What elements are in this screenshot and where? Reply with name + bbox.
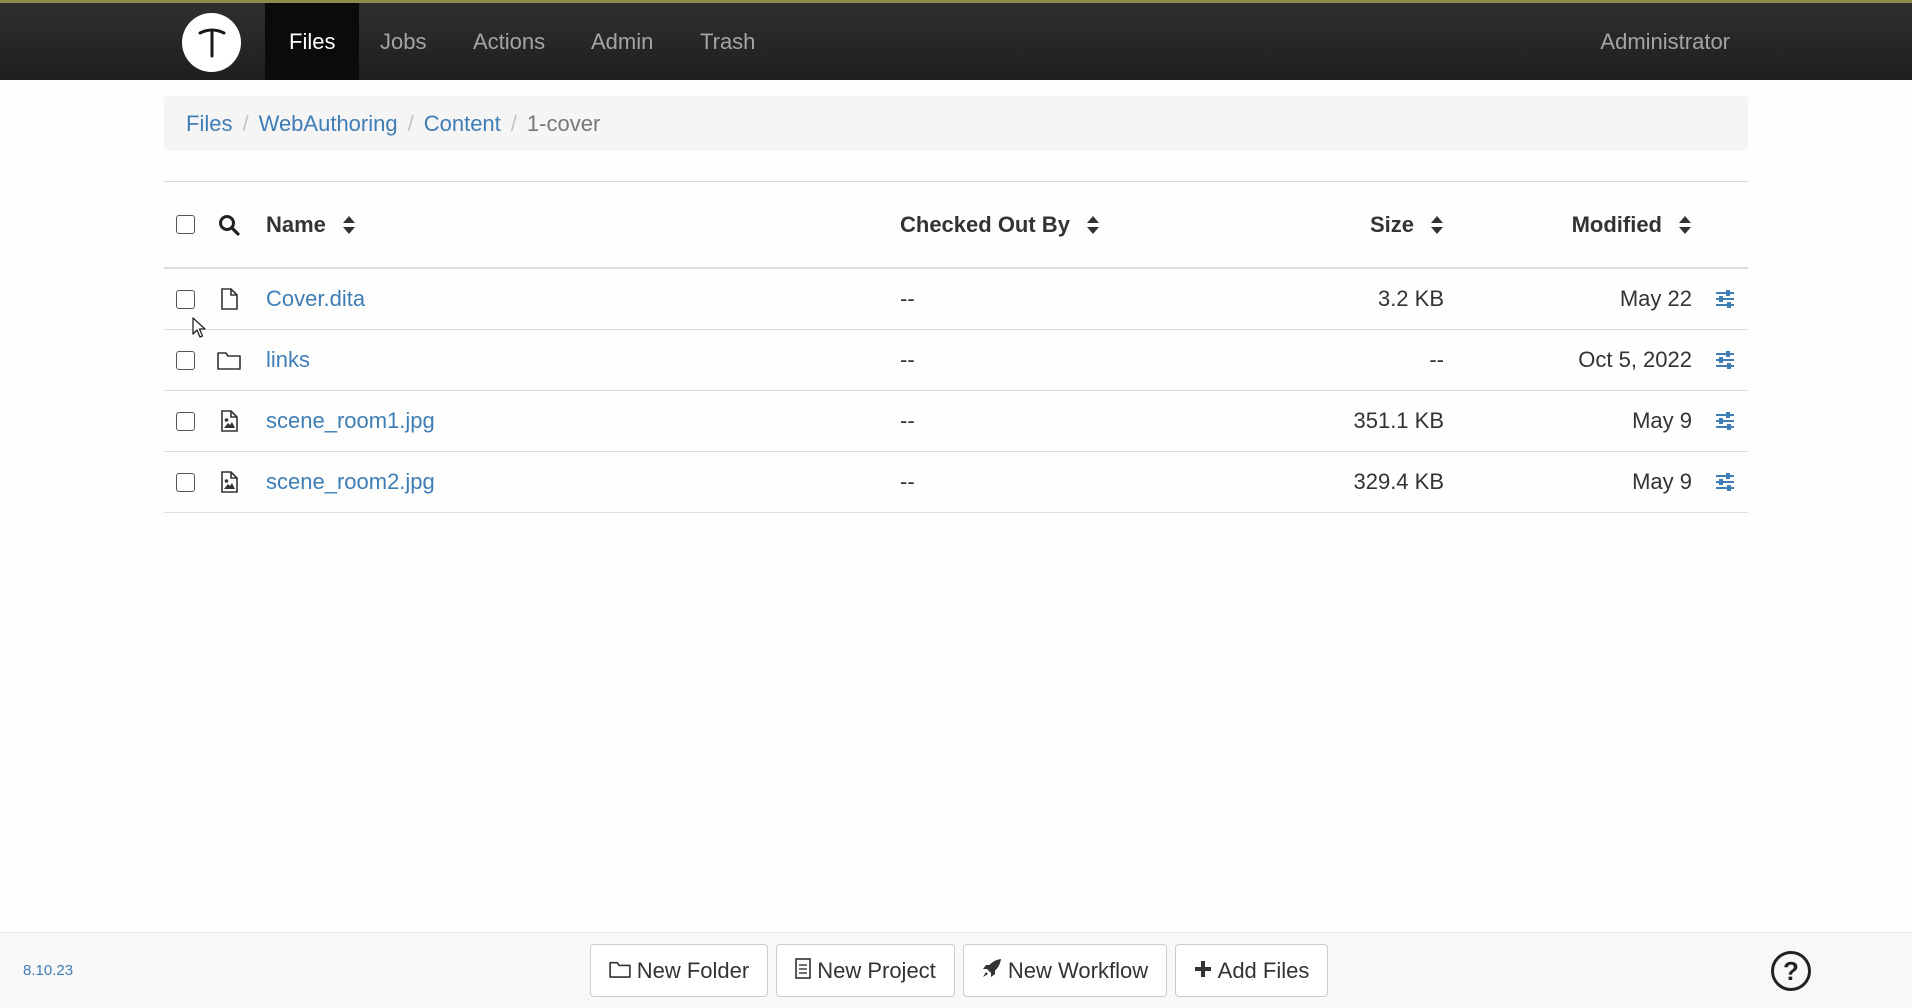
row-checkbox[interactable] — [176, 411, 195, 431]
sliders-icon[interactable] — [1712, 452, 1738, 512]
modified-date: May 9 — [1632, 469, 1692, 494]
new-project-button[interactable]: New Project — [776, 944, 955, 997]
sliders-icon[interactable] — [1712, 391, 1738, 451]
top-navbar: Files Jobs Actions Admin Trash Administr… — [0, 0, 1912, 80]
nav-actions[interactable]: Actions — [449, 3, 569, 80]
file-name-link[interactable]: Cover.dita — [266, 269, 365, 329]
file-name-link[interactable]: scene_room1.jpg — [266, 391, 435, 451]
table-row[interactable]: Cover.dita -- 3.2 KB May 22 — [164, 269, 1748, 330]
file-icon — [217, 269, 241, 329]
select-all-checkbox[interactable] — [176, 215, 195, 234]
column-header-name[interactable]: Name — [266, 182, 356, 267]
table-row[interactable]: links -- -- Oct 5, 2022 — [164, 330, 1748, 391]
modified-date: May 22 — [1619, 286, 1692, 311]
help-icon[interactable]: ? — [1771, 951, 1811, 991]
new-project-label: New Project — [817, 957, 936, 983]
t-logo-icon[interactable] — [182, 13, 241, 72]
checked-out-by: -- — [900, 347, 915, 372]
modified-date: May 9 — [1632, 408, 1692, 433]
image-file-icon — [217, 452, 241, 512]
table-row[interactable]: scene_room2.jpg -- 329.4 KB May 9 — [164, 452, 1748, 513]
file-table: Name Checked Out By Size Modified Cover.… — [164, 181, 1748, 513]
column-header-size[interactable]: Size — [1370, 182, 1444, 267]
rocket-icon — [982, 958, 1002, 984]
folder-icon — [217, 330, 241, 390]
checked-out-by: -- — [900, 286, 915, 311]
checked-out-by: -- — [900, 469, 915, 494]
sort-icon — [1086, 215, 1100, 235]
nav-user-menu[interactable]: Administrator — [1600, 3, 1730, 80]
nav-jobs[interactable]: Jobs — [356, 3, 450, 80]
column-header-checked-out-by[interactable]: Checked Out By — [900, 182, 1100, 267]
column-header-name-label: Name — [266, 211, 326, 237]
column-header-size-label: Size — [1369, 211, 1414, 237]
sliders-icon[interactable] — [1712, 269, 1738, 329]
new-workflow-button[interactable]: New Workflow — [963, 944, 1167, 997]
row-checkbox[interactable] — [176, 350, 195, 370]
folder-name-link[interactable]: links — [266, 330, 310, 390]
sliders-icon[interactable] — [1712, 330, 1738, 390]
folder-icon — [609, 958, 631, 984]
new-workflow-label: New Workflow — [1007, 957, 1149, 983]
breadcrumb-webauthoring[interactable]: WebAuthoring — [259, 111, 398, 137]
breadcrumb: Files / WebAuthoring / Content / 1-cover — [164, 96, 1748, 151]
breadcrumb-separator: / — [407, 110, 414, 136]
column-header-modified[interactable]: Modified — [1572, 182, 1692, 267]
breadcrumb-content[interactable]: Content — [424, 111, 501, 137]
clipboard-icon — [795, 957, 812, 985]
file-size: 3.2 KB — [1377, 286, 1444, 311]
plus-icon — [1194, 958, 1212, 984]
breadcrumb-separator: / — [510, 110, 517, 136]
sort-icon — [1430, 215, 1444, 235]
table-header: Name Checked Out By Size Modified — [164, 182, 1748, 269]
table-row[interactable]: scene_room1.jpg -- 351.1 KB May 9 — [164, 391, 1748, 452]
checked-out-by: -- — [900, 408, 915, 433]
sort-icon — [1678, 215, 1692, 235]
row-checkbox[interactable] — [176, 289, 195, 309]
breadcrumb-current: 1-cover — [526, 110, 601, 136]
breadcrumb-files[interactable]: Files — [186, 111, 232, 137]
mouse-cursor-icon — [192, 317, 208, 344]
breadcrumb-separator: / — [242, 110, 249, 136]
file-size: -- — [1429, 347, 1444, 372]
nav-trash[interactable]: Trash — [676, 3, 779, 80]
image-file-icon — [217, 391, 241, 451]
nav-files[interactable]: Files — [265, 3, 360, 80]
nav-admin[interactable]: Admin — [567, 3, 677, 80]
file-size: 351.1 KB — [1353, 408, 1444, 433]
version-label[interactable]: 8.10.23 — [23, 933, 73, 1008]
sort-icon — [342, 215, 356, 235]
new-folder-button[interactable]: New Folder — [590, 944, 768, 997]
new-folder-label: New Folder — [636, 957, 750, 983]
search-icon[interactable] — [217, 182, 241, 267]
row-checkbox[interactable] — [176, 472, 195, 492]
footer-toolbar: 8.10.23 New Folder New Project New Workf… — [0, 932, 1912, 1008]
add-files-label: Add Files — [1217, 957, 1310, 983]
modified-date: Oct 5, 2022 — [1578, 347, 1692, 372]
add-files-button[interactable]: Add Files — [1175, 944, 1328, 997]
file-size: 329.4 KB — [1353, 469, 1444, 494]
column-header-checked-out-by-label: Checked Out By — [900, 211, 1070, 237]
column-header-modified-label: Modified — [1571, 211, 1662, 237]
file-name-link[interactable]: scene_room2.jpg — [266, 452, 435, 512]
